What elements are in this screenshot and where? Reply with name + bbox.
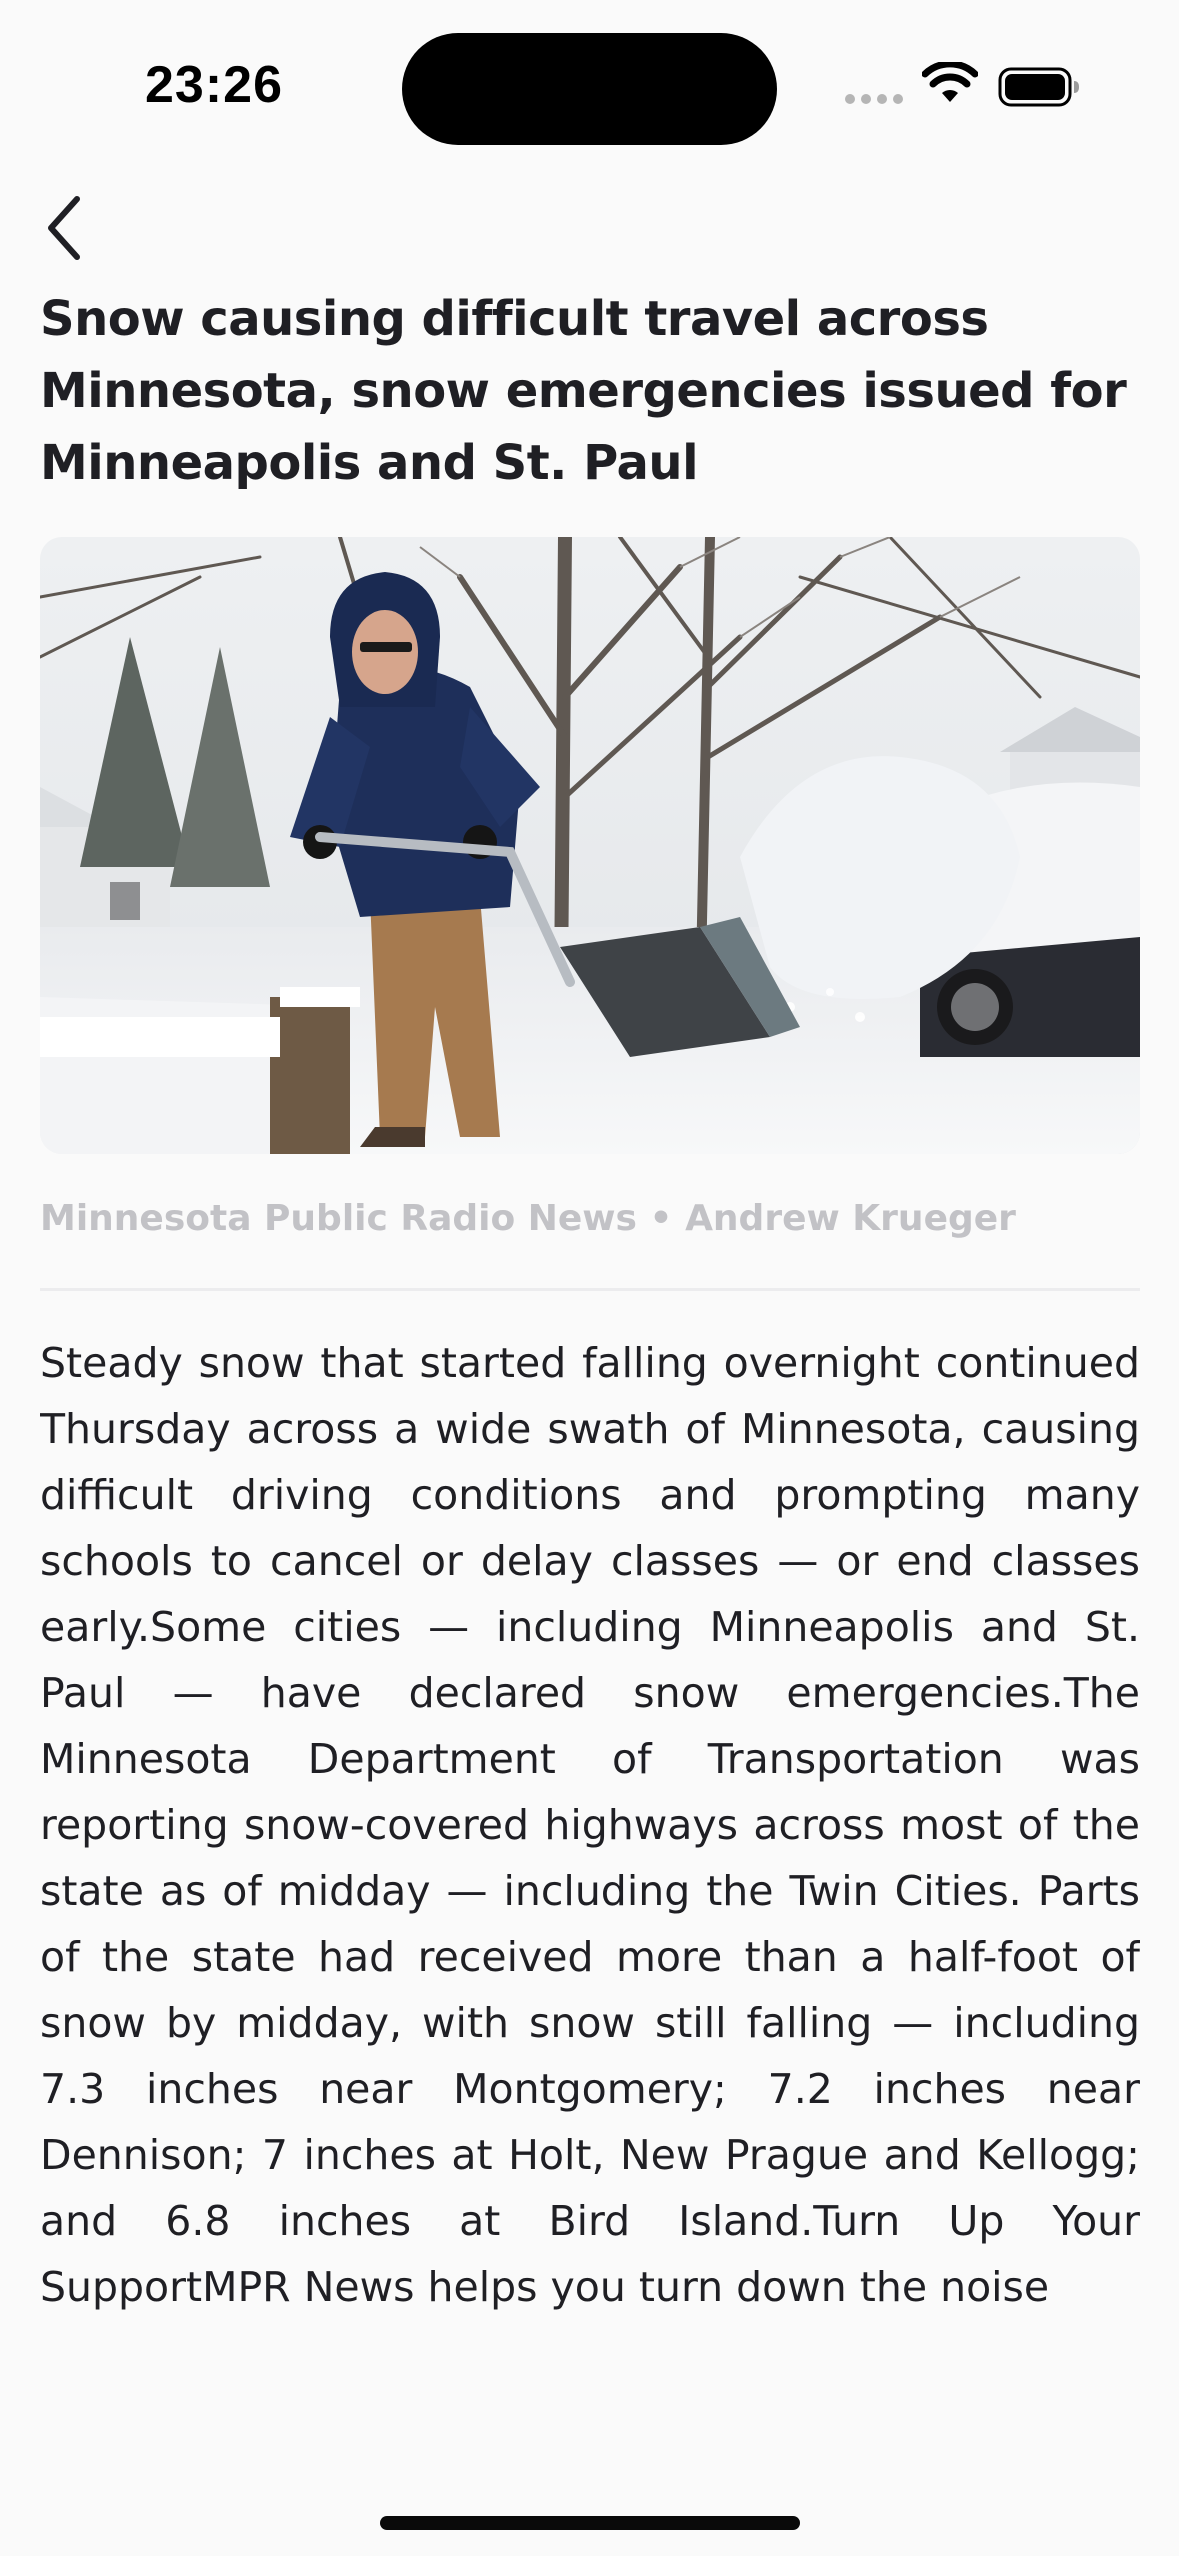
article-byline: Minnesota Public Radio News • Andrew Kru…	[40, 1198, 1016, 1239]
signal-dots-icon	[845, 94, 903, 104]
home-indicator[interactable]	[380, 2516, 800, 2530]
article-hero-image[interactable]	[40, 537, 1140, 1154]
article-body: Steady snow that started falling overnig…	[40, 1339, 1140, 2311]
article-headline: Snow causing difficult travel across Min…	[40, 291, 1127, 491]
battery-icon	[998, 67, 1079, 107]
chevron-left-icon	[48, 196, 80, 260]
snow-shoveling-photo	[40, 537, 1140, 1154]
status-time: 23:26	[145, 56, 283, 114]
divider	[40, 1288, 1140, 1291]
wifi-icon	[922, 62, 978, 102]
back-button[interactable]	[30, 188, 100, 268]
dynamic-island	[402, 33, 777, 145]
status-bar: 23:26	[0, 0, 1179, 170]
